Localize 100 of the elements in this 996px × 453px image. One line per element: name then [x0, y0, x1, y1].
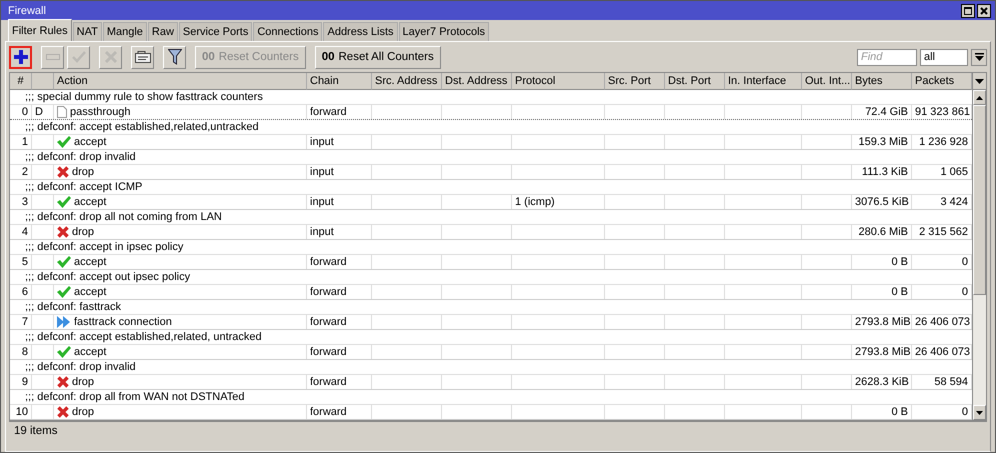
scroll-down-icon	[976, 410, 983, 414]
table-cell: drop	[72, 405, 94, 419]
tab[interactable]: Raw	[148, 22, 178, 41]
table-cell: 0 B	[891, 286, 908, 298]
table-cell: 5	[22, 256, 28, 268]
minus-icon	[46, 54, 60, 60]
comment-button[interactable]	[131, 46, 154, 68]
rule-comment: ;;; defconf: accept out ipsec policy	[24, 270, 190, 284]
column-menu-button[interactable]	[973, 73, 986, 90]
table-cell: 0	[962, 286, 968, 298]
cross-icon	[57, 376, 69, 388]
note-icon	[134, 51, 150, 63]
table-cell: 2793.8 MiB	[855, 316, 911, 328]
close-button[interactable]	[977, 4, 991, 18]
dropdown-button[interactable]	[971, 48, 987, 66]
table-cell: forward	[310, 346, 347, 358]
checkmark-icon	[57, 136, 71, 148]
rule-comment: ;;; defconf: accept established,related, untracked	[24, 330, 262, 344]
tab[interactable]: Mangle	[102, 22, 147, 41]
table-cell: forward	[310, 286, 347, 298]
table-cell: 1	[22, 136, 28, 148]
cross-icon	[104, 51, 116, 63]
table-cell: input	[310, 166, 334, 178]
fast-forward-icon	[57, 316, 71, 328]
table-cell: passthrough	[70, 105, 131, 119]
table-cell: accept	[74, 135, 106, 149]
table-cell: forward	[310, 106, 347, 118]
checkmark-icon	[57, 196, 71, 208]
table-cell: 10	[16, 406, 28, 418]
table-cell: forward	[310, 256, 347, 268]
rule-comment: ;;; defconf: drop invalid	[24, 360, 136, 374]
checkmark-icon	[57, 286, 71, 298]
table-cell: drop	[72, 375, 94, 389]
column-header[interactable]: #	[10, 73, 32, 90]
table-cell: 0	[22, 106, 28, 118]
filter-dropdown[interactable]: all	[920, 48, 968, 66]
search-field[interactable]: Find	[857, 48, 917, 66]
column-header[interactable]: Src. Address	[372, 73, 442, 90]
cross-icon	[57, 406, 69, 418]
table-cell: 91 323 861	[915, 106, 970, 118]
check-icon	[72, 51, 86, 63]
rule-comment: ;;; defconf: drop all not coming from LAN	[24, 210, 222, 224]
column-header[interactable]: Out. Int...	[802, 73, 852, 90]
column-header[interactable]: Dst. Address	[442, 73, 512, 90]
table-cell: 3	[22, 196, 28, 208]
maximize-button[interactable]	[961, 4, 975, 18]
rule-comment: ;;; defconf: drop invalid	[24, 150, 136, 164]
tab[interactable]: NAT	[72, 22, 102, 41]
scroll-up-icon	[976, 96, 983, 100]
column-header[interactable]: Bytes	[852, 73, 912, 90]
tab[interactable]: Service Ports	[178, 22, 252, 41]
table-cell: forward	[310, 376, 347, 388]
column-header[interactable]: Protocol	[512, 73, 605, 90]
table-cell: 0	[962, 256, 968, 268]
filter-button[interactable]	[163, 46, 186, 68]
reset-button[interactable]: 00 Reset All Counters	[314, 46, 441, 68]
table-cell: 26 406 073	[915, 316, 970, 328]
table-cell: forward	[310, 406, 347, 418]
rule-comment: ;;; special dummy rule to show fasttrack counters	[24, 90, 263, 104]
column-header[interactable]: In. Interface	[725, 73, 802, 90]
table-cell: 3 424	[940, 196, 968, 208]
table-cell: 6	[22, 286, 28, 298]
checkmark-icon	[57, 346, 71, 358]
table-cell: 4	[22, 226, 28, 238]
cross-icon	[57, 226, 69, 238]
tab[interactable]: Layer7 Protocols	[398, 22, 490, 41]
table-cell: accept	[74, 285, 106, 299]
column-header[interactable]: Action	[54, 73, 307, 90]
table-cell: 1 065	[940, 166, 968, 178]
rule-comment: ;;; defconf: fasttrack	[24, 300, 121, 314]
column-header[interactable]: Dst. Port	[665, 73, 725, 90]
plus-icon	[14, 50, 28, 64]
table-cell: 159.3 MiB	[858, 136, 908, 148]
add-button[interactable]	[9, 46, 32, 68]
column-header[interactable]: Chain	[307, 73, 372, 90]
filter-icon	[168, 49, 182, 65]
scrollbar[interactable]	[972, 73, 986, 420]
rule-comment: ;;; defconf: accept established,related,untracked	[24, 120, 259, 134]
table-cell: 3076.5 KiB	[855, 196, 909, 208]
table-cell: 9	[22, 376, 28, 388]
table-cell: fasttrack connection	[74, 315, 172, 329]
table-cell: 7	[22, 316, 28, 328]
table-cell: 0	[962, 406, 968, 418]
tab[interactable]: Connections	[253, 22, 322, 41]
rule-comment: ;;; defconf: accept ICMP	[24, 180, 142, 194]
table-cell: forward	[310, 316, 347, 328]
table-cell: accept	[74, 195, 106, 209]
rule-comment: ;;; defconf: drop all from WAN not DSTNATed	[24, 390, 244, 404]
table-cell: input	[310, 226, 334, 238]
table-cell: 58 594	[934, 376, 968, 388]
table-cell: 0 B	[891, 256, 908, 268]
cross-icon	[57, 166, 69, 178]
table-cell: 1 236 928	[919, 136, 968, 148]
table-cell: accept	[74, 255, 106, 269]
table-cell: 2 315 562	[919, 226, 968, 238]
column-header[interactable]: Src. Port	[605, 73, 665, 90]
table-cell: 1 (icmp)	[515, 196, 555, 208]
tab[interactable]: Filter Rules	[8, 19, 72, 41]
tab[interactable]: Address Lists	[323, 22, 398, 41]
table-cell: input	[310, 196, 334, 208]
